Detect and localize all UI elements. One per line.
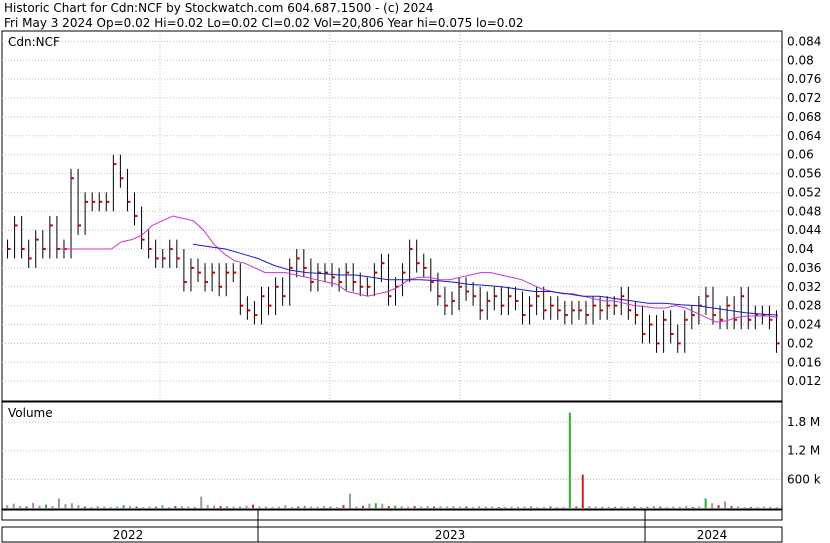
- price-tick-label: 0.036: [787, 261, 821, 275]
- volume-tick-label: 600 k: [787, 472, 821, 486]
- price-tick-label: 0.06: [787, 148, 814, 162]
- price-tick-label: 0.032: [787, 280, 821, 294]
- volume-tick-label: 1.2 M: [787, 444, 820, 458]
- price-tick-label: 0.024: [787, 318, 821, 332]
- price-tick-label: 0.072: [787, 91, 821, 105]
- time-axis-strip: [1, 509, 783, 521]
- volume-panel-frame: [1, 401, 783, 510]
- chart-header-line2: Fri May 3 2024 Op=0.02 Hi=0.02 Lo=0.02 C…: [4, 16, 523, 30]
- price-axis: 0.084 0.08 0.076 0.072 0.068 0.064 0.06 0.056 0.…: [787, 34, 821, 388]
- price-tick-label: 0.012: [787, 374, 821, 388]
- price-tick-label: 0.048: [787, 204, 821, 218]
- price-panel: 0.084 0.08 0.076 0.072 0.068 0.064 0.06 0.056 0.…: [1, 30, 821, 402]
- price-tick-label: 0.044: [787, 223, 821, 237]
- price-tick-label: 0.056: [787, 167, 821, 181]
- price-tick-label: 0.068: [787, 110, 821, 124]
- volume-axis: 1.8 M 1.2 M 600 k: [787, 415, 821, 486]
- price-tick-label: 0.04: [787, 242, 814, 256]
- price-tick-label: 0.016: [787, 355, 821, 369]
- stock-chart: Historic Chart for Cdn:NCF by Stockwatch…: [1, 1, 821, 543]
- year-label-2022: 2022: [113, 528, 144, 542]
- year-label-2023: 2023: [435, 528, 466, 542]
- price-panel-title: Cdn:NCF: [8, 35, 60, 49]
- price-tick-label: 0.084: [787, 34, 821, 48]
- volume-tick-label: 1.8 M: [787, 415, 820, 429]
- time-axis: 2022 2023 2024: [1, 509, 783, 543]
- price-panel-frame: [1, 30, 783, 402]
- price-tick-label: 0.02: [787, 336, 814, 350]
- chart-header-line1: Historic Chart for Cdn:NCF by Stockwatch…: [4, 1, 434, 15]
- price-tick-label: 0.08: [787, 53, 814, 67]
- price-tick-label: 0.052: [787, 185, 821, 199]
- volume-panel-title: Volume: [8, 406, 53, 420]
- price-tick-label: 0.076: [787, 72, 821, 86]
- price-tick-label: 0.064: [787, 129, 821, 143]
- volume-panel: 1.8 M 1.2 M 600 k Volume: [1, 401, 821, 510]
- year-label-2024: 2024: [697, 528, 728, 542]
- price-tick-label: 0.028: [787, 299, 821, 313]
